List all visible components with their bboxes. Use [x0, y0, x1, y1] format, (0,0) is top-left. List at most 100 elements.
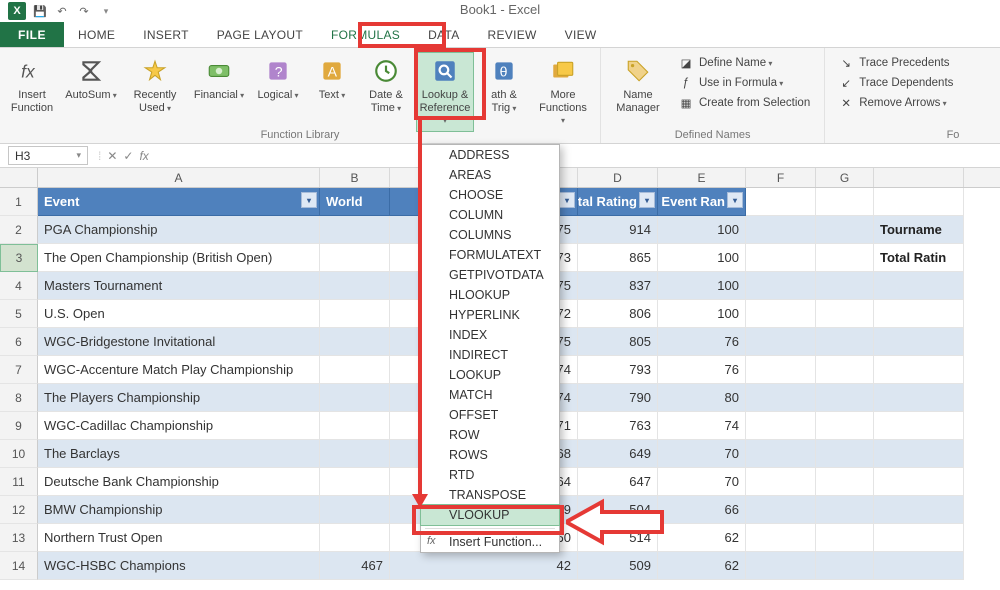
cell-world[interactable]	[320, 524, 390, 552]
cell-total-rating[interactable]: 514	[578, 524, 658, 552]
cell-h[interactable]	[874, 412, 964, 440]
cell-f[interactable]	[746, 384, 816, 412]
cell-event[interactable]: WGC-Cadillac Championship	[38, 412, 320, 440]
cell-event[interactable]: Masters Tournament	[38, 272, 320, 300]
cell-h[interactable]	[874, 552, 964, 580]
col-header-h[interactable]	[874, 168, 964, 187]
logical-button[interactable]: ? Logical	[254, 52, 302, 107]
cell-f[interactable]	[746, 468, 816, 496]
cell-g[interactable]	[816, 300, 874, 328]
menu-item-insert-function[interactable]: Insert Function...	[421, 532, 559, 552]
cell-event-ran[interactable]: 76	[658, 356, 746, 384]
more-functions-button[interactable]: More Functions	[534, 52, 592, 132]
header-total-rating[interactable]: Total Rating▾	[578, 188, 658, 216]
undo-icon[interactable]: ↶	[54, 3, 70, 19]
row-header[interactable]: 9	[0, 412, 38, 440]
cell-g[interactable]	[816, 216, 874, 244]
row-header[interactable]: 10	[0, 440, 38, 468]
filter-icon[interactable]: ▾	[639, 192, 655, 208]
cell-g[interactable]	[816, 552, 874, 580]
menu-item-choose[interactable]: CHOOSE	[421, 185, 559, 205]
cell-event-ran[interactable]: 100	[658, 300, 746, 328]
cell-world[interactable]	[320, 216, 390, 244]
row-header[interactable]: 12	[0, 496, 38, 524]
cell-h[interactable]	[874, 440, 964, 468]
cell-h[interactable]	[874, 328, 964, 356]
filter-icon[interactable]: ▾	[301, 192, 317, 208]
financial-button[interactable]: Financial	[190, 52, 248, 107]
menu-item-columns[interactable]: COLUMNS	[421, 225, 559, 245]
cell-world[interactable]	[320, 440, 390, 468]
cell-event[interactable]: The Players Championship	[38, 384, 320, 412]
cell-world[interactable]	[320, 412, 390, 440]
cell-event-ran[interactable]: 66	[658, 496, 746, 524]
col-header-a[interactable]: A	[38, 168, 320, 187]
select-all-corner[interactable]	[0, 168, 38, 188]
menu-item-rows[interactable]: ROWS	[421, 445, 559, 465]
tab-home[interactable]: HOME	[64, 22, 129, 47]
cell-event[interactable]: PGA Championship	[38, 216, 320, 244]
filter-icon[interactable]: ▾	[559, 192, 575, 208]
cell-g[interactable]	[816, 244, 874, 272]
cell-world[interactable]	[320, 384, 390, 412]
cell-h[interactable]	[874, 272, 964, 300]
cell-world[interactable]	[320, 496, 390, 524]
row-header[interactable]: 4	[0, 272, 38, 300]
menu-item-match[interactable]: MATCH	[421, 385, 559, 405]
autosum-button[interactable]: AutoSum	[62, 52, 120, 107]
cell-event[interactable]: WGC-Accenture Match Play Championship	[38, 356, 320, 384]
menu-item-row[interactable]: ROW	[421, 425, 559, 445]
cell-event-ran[interactable]: 100	[658, 244, 746, 272]
col-header-f[interactable]: F	[746, 168, 816, 187]
trace-precedents-button[interactable]: ↘Trace Precedents	[833, 54, 959, 72]
cell-world[interactable]	[320, 244, 390, 272]
cell-g[interactable]	[816, 496, 874, 524]
cell-total-rating[interactable]: 806	[578, 300, 658, 328]
cell-event[interactable]: Northern Trust Open	[38, 524, 320, 552]
cell-f[interactable]	[746, 244, 816, 272]
cell-event[interactable]: BMW Championship	[38, 496, 320, 524]
cell-world[interactable]	[320, 272, 390, 300]
cell-f[interactable]	[746, 496, 816, 524]
row-header[interactable]: 11	[0, 468, 38, 496]
cell-h[interactable]	[874, 496, 964, 524]
col-header-e[interactable]: E	[658, 168, 746, 187]
cell-event-ran[interactable]: 80	[658, 384, 746, 412]
col-header-d[interactable]: D	[578, 168, 658, 187]
cell-total-rating[interactable]: 805	[578, 328, 658, 356]
cell-h[interactable]	[874, 468, 964, 496]
cell-h[interactable]: Tourname	[874, 216, 964, 244]
cell-total-rating[interactable]: 647	[578, 468, 658, 496]
cell-g[interactable]	[816, 272, 874, 300]
cell-world[interactable]	[320, 328, 390, 356]
cell-total-rating[interactable]: 649	[578, 440, 658, 468]
cell-event-ran[interactable]: 70	[658, 468, 746, 496]
tab-review[interactable]: REVIEW	[474, 22, 551, 47]
cell-f[interactable]	[746, 328, 816, 356]
cell-f[interactable]	[746, 300, 816, 328]
header-event-ran[interactable]: Event Ran▾	[658, 188, 746, 216]
cell-world[interactable]	[320, 468, 390, 496]
redo-icon[interactable]: ↷	[76, 3, 92, 19]
cell-rating[interactable]: 42	[390, 552, 578, 580]
cell-f[interactable]	[746, 412, 816, 440]
name-manager-button[interactable]: Name Manager	[609, 52, 667, 119]
cell-h1[interactable]	[874, 188, 964, 216]
cancel-formula-button[interactable]: ✕	[107, 149, 117, 163]
cell-event[interactable]: The Barclays	[38, 440, 320, 468]
define-name-button[interactable]: ◪Define Name	[673, 54, 816, 72]
menu-item-hyperlink[interactable]: HYPERLINK	[421, 305, 559, 325]
tab-file[interactable]: FILE	[0, 22, 64, 47]
cell-total-rating[interactable]: 793	[578, 356, 658, 384]
menu-item-transpose[interactable]: TRANSPOSE	[421, 485, 559, 505]
cell-total-rating[interactable]: 504	[578, 496, 658, 524]
cell-event-ran[interactable]: 74	[658, 412, 746, 440]
row-header[interactable]: 2	[0, 216, 38, 244]
cell-event[interactable]: WGC-HSBC Champions	[38, 552, 320, 580]
row-header[interactable]: 7	[0, 356, 38, 384]
tab-data[interactable]: DATA	[414, 22, 473, 47]
cell-event[interactable]: The Open Championship (British Open)	[38, 244, 320, 272]
lookup-reference-button[interactable]: Lookup & Reference	[416, 52, 474, 132]
header-world[interactable]: World	[320, 188, 390, 216]
cell-event[interactable]: U.S. Open	[38, 300, 320, 328]
